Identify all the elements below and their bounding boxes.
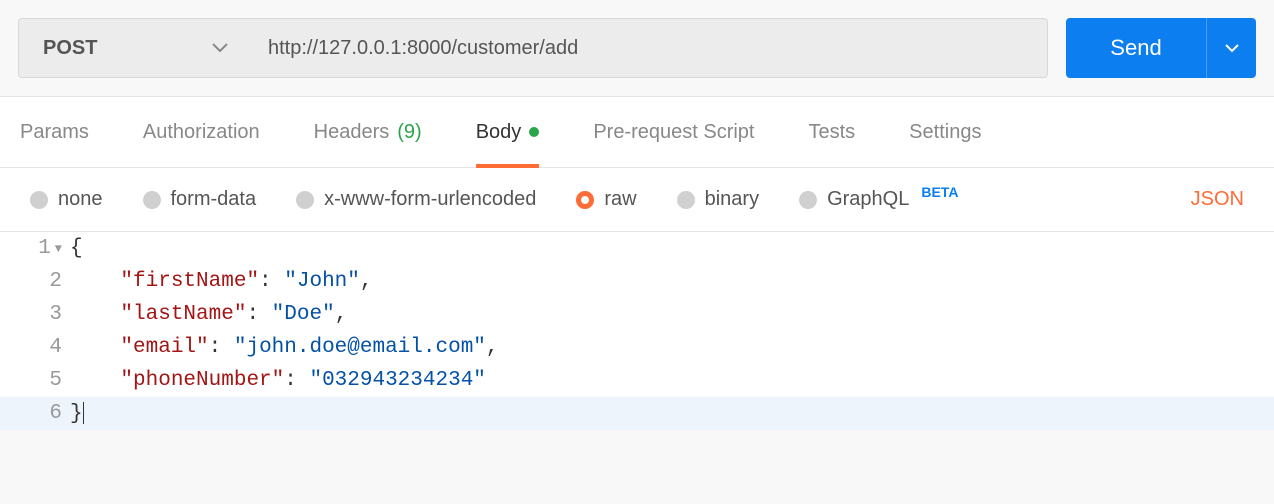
body-type-binary[interactable]: binary (677, 188, 759, 211)
radio-icon (576, 191, 594, 209)
tab-params[interactable]: Params (20, 97, 89, 167)
body-indicator-icon (529, 127, 539, 137)
tab-authorization[interactable]: Authorization (143, 97, 260, 167)
body-type-form-data[interactable]: form-data (143, 188, 257, 211)
tab-label: Settings (909, 121, 981, 144)
tab-tests[interactable]: Tests (808, 97, 855, 167)
radio-icon (30, 191, 48, 209)
radio-label: form-data (171, 188, 257, 211)
tab-prerequest-script[interactable]: Pre-request Script (593, 97, 754, 167)
send-button-group: Send (1066, 18, 1256, 78)
line-number: 4 (49, 336, 62, 359)
radio-icon (143, 191, 161, 209)
send-dropdown-button[interactable] (1206, 18, 1256, 78)
radio-label: none (58, 188, 103, 211)
body-type-none[interactable]: none (30, 188, 103, 211)
body-language-select[interactable]: JSON (1191, 188, 1244, 211)
beta-badge: BETA (921, 184, 958, 200)
line-gutter: 2 (0, 270, 70, 293)
tab-label: Pre-request Script (593, 121, 754, 144)
request-url-input[interactable] (248, 18, 1048, 78)
line-number: 2 (49, 270, 62, 293)
radio-icon (677, 191, 695, 209)
http-method-label: POST (43, 37, 97, 60)
line-gutter: 5 (0, 369, 70, 392)
editor-line: 6 } (0, 397, 1274, 430)
line-number: 6 (49, 402, 62, 425)
editor-code: "lastName": "Doe", (70, 303, 347, 326)
chevron-down-icon (1225, 44, 1239, 53)
tab-body[interactable]: Body (476, 97, 540, 167)
tab-label: Body (476, 121, 522, 144)
editor-line: 3 "lastName": "Doe", (0, 298, 1274, 331)
send-button[interactable]: Send (1066, 18, 1206, 78)
text-cursor-icon (83, 402, 84, 424)
tab-label: Authorization (143, 121, 260, 144)
radio-icon (296, 191, 314, 209)
editor-code: "phoneNumber": "032943234234" (70, 369, 486, 392)
line-number: 5 (49, 369, 62, 392)
tab-label: Params (20, 121, 89, 144)
editor-code: { (70, 237, 83, 260)
editor-line: 4 "email": "john.doe@email.com", (0, 331, 1274, 364)
request-bar: POST Send (0, 0, 1274, 96)
radio-icon (799, 191, 817, 209)
radio-label: binary (705, 188, 759, 211)
tab-label: Tests (808, 121, 855, 144)
request-body-editor[interactable]: 1 ▼ { 2 "firstName": "John", 3 "lastName… (0, 232, 1274, 430)
http-method-select[interactable]: POST (18, 18, 248, 78)
editor-line: 1 ▼ { (0, 232, 1274, 265)
radio-label: raw (604, 188, 636, 211)
line-gutter: 4 (0, 336, 70, 359)
body-type-graphql[interactable]: GraphQL BETA (799, 188, 958, 211)
line-gutter: 6 (0, 402, 70, 425)
editor-code: } (70, 402, 84, 426)
tab-headers[interactable]: Headers (9) (314, 97, 422, 167)
line-gutter: 3 (0, 303, 70, 326)
body-language-label: JSON (1191, 188, 1244, 211)
editor-code: "firstName": "John", (70, 270, 373, 293)
body-type-urlencoded[interactable]: x-www-form-urlencoded (296, 188, 536, 211)
headers-count: (9) (397, 121, 421, 144)
tab-settings[interactable]: Settings (909, 97, 981, 167)
editor-line: 2 "firstName": "John", (0, 265, 1274, 298)
radio-label: GraphQL (827, 188, 909, 211)
body-type-row: none form-data x-www-form-urlencoded raw… (0, 168, 1274, 232)
tab-label: Headers (314, 121, 390, 144)
chevron-down-icon (212, 43, 228, 53)
editor-line: 5 "phoneNumber": "032943234234" (0, 364, 1274, 397)
radio-label: x-www-form-urlencoded (324, 188, 536, 211)
editor-code: "email": "john.doe@email.com", (70, 336, 499, 359)
line-number: 1 (38, 237, 51, 260)
request-tabs: Params Authorization Headers (9) Body Pr… (0, 96, 1274, 168)
fold-icon[interactable]: ▼ (55, 242, 62, 256)
line-gutter: 1 ▼ (0, 237, 70, 260)
body-type-raw[interactable]: raw (576, 188, 636, 211)
line-number: 3 (49, 303, 62, 326)
